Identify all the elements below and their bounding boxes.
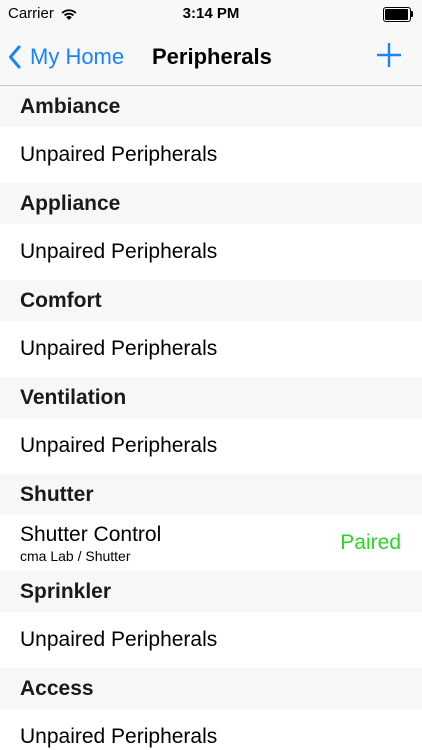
list-item[interactable]: Unpaired Peripherals [0,224,422,280]
peripherals-list: Ambiance Unpaired Peripherals Appliance … [0,86,422,750]
row-title: Shutter Control [20,522,162,546]
chevron-left-icon [9,45,21,69]
paired-status-label: Paired [340,531,401,554]
list-item-shutter-control[interactable]: Shutter Control cma Lab / Shutter Paired [0,515,422,571]
row-title: Unpaired Peripherals [20,240,218,263]
row-title: Unpaired Peripherals [20,337,218,360]
peripherals-screen: Carrier 3:14 PM My Home Peripherals Ambi… [0,0,422,750]
section-header-ventilation: Ventilation [0,377,422,418]
status-time: 3:14 PM [182,5,240,22]
section-header-sprinkler: Sprinkler [0,571,422,612]
row-subtitle: cma Lab / Shutter [20,547,131,564]
section-header-comfort: Comfort [0,280,422,321]
row-title: Unpaired Peripherals [20,143,218,166]
navigation-bar: My Home Peripherals [0,30,422,86]
battery-icon [383,7,413,22]
back-label: My Home [30,44,125,69]
row-title: Unpaired Peripherals [20,628,218,651]
row-title: Unpaired Peripherals [20,725,218,748]
list-item[interactable]: Unpaired Peripherals [0,127,422,183]
list-item[interactable]: Unpaired Peripherals [0,418,422,474]
section-header-access: Access [0,668,422,709]
section-header-shutter: Shutter [0,474,422,515]
row-title: Unpaired Peripherals [20,434,218,457]
list-item[interactable]: Unpaired Peripherals [0,709,422,750]
section-header-ambiance: Ambiance [0,86,422,127]
page-title: Peripherals [152,44,272,69]
section-header-appliance: Appliance [0,183,422,224]
back-button[interactable]: My Home [8,40,124,74]
list-item[interactable]: Unpaired Peripherals [0,321,422,377]
list-item[interactable]: Unpaired Peripherals [0,612,422,668]
status-bar: Carrier 3:14 PM [0,0,422,30]
plus-icon[interactable] [376,42,402,68]
